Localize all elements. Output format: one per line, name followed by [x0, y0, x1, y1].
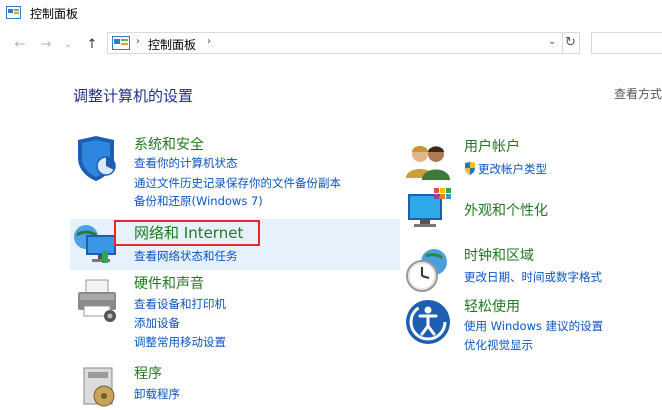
title-bar: 控制面板 [0, 0, 662, 28]
link-optimize-visual-display[interactable]: 优化视觉显示 [464, 337, 533, 353]
category-title-system-security[interactable]: 系统和安全 [134, 136, 204, 154]
link-change-account-type[interactable]: 更改帐户类型 [464, 161, 547, 177]
appearance-icon [408, 188, 451, 227]
programs-icon [83, 367, 115, 407]
link-uninstall-program[interactable]: 卸载程序 [134, 386, 180, 402]
back-button[interactable]: ← [12, 36, 28, 54]
refresh-button[interactable]: ↻ [562, 32, 580, 54]
control-panel-icon [6, 6, 21, 19]
ease-of-access-icon [406, 300, 450, 344]
link-devices-printers[interactable]: 查看设备和打印机 [134, 296, 226, 312]
category-title-network-internet[interactable]: 网络和 Internet [134, 224, 243, 242]
link-add-device[interactable]: 添加设备 [134, 315, 180, 331]
link-change-date-time-format[interactable]: 更改日期、时间或数字格式 [464, 269, 602, 285]
address-bar[interactable]: › 控制面板 › ⌄ [107, 32, 563, 54]
category-title-programs[interactable]: 程序 [134, 365, 162, 383]
forward-button[interactable]: → [38, 36, 54, 54]
shield-icon [78, 136, 116, 181]
printer-icon [78, 279, 116, 322]
breadcrumb-control-panel[interactable]: 控制面板 [148, 36, 196, 53]
category-title-clock-region[interactable]: 时钟和区域 [464, 247, 534, 265]
category-title-appearance[interactable]: 外观和个性化 [464, 202, 548, 220]
link-view-computer-status[interactable]: 查看你的计算机状态 [134, 155, 238, 171]
up-button[interactable]: ↑ [84, 36, 100, 54]
page-title: 调整计算机的设置 [73, 87, 194, 105]
category-title-user-accounts[interactable]: 用户帐户 [464, 138, 520, 156]
search-input[interactable] [591, 32, 662, 54]
breadcrumb-separator[interactable]: › [207, 36, 211, 47]
network-icon [74, 225, 116, 263]
link-change-account-type-label[interactable]: 更改帐户类型 [478, 162, 547, 176]
link-network-status-tasks[interactable]: 查看网络状态和任务 [134, 248, 238, 264]
link-file-history-backup[interactable]: 通过文件历史记录保存你的文件备份副本 [134, 175, 341, 191]
clock-icon [406, 249, 447, 292]
window-title: 控制面板 [30, 7, 79, 21]
users-icon [406, 146, 450, 180]
control-panel-icon [112, 36, 130, 50]
link-windows-recommended-settings[interactable]: 使用 Windows 建议的设置 [464, 318, 603, 334]
link-backup-restore[interactable]: 备份和还原(Windows 7) [134, 193, 263, 209]
view-by-label: 查看方式 [614, 87, 662, 101]
link-mobility-settings[interactable]: 调整常用移动设置 [134, 334, 226, 350]
uac-shield-icon [465, 162, 475, 175]
breadcrumb-separator[interactable]: › [136, 36, 140, 47]
category-title-hardware-sound[interactable]: 硬件和声音 [134, 275, 204, 293]
category-title-ease-of-access[interactable]: 轻松使用 [464, 298, 520, 316]
address-dropdown-button[interactable]: ⌄ [548, 36, 556, 47]
recent-locations-button[interactable]: ⌄ [60, 36, 76, 54]
